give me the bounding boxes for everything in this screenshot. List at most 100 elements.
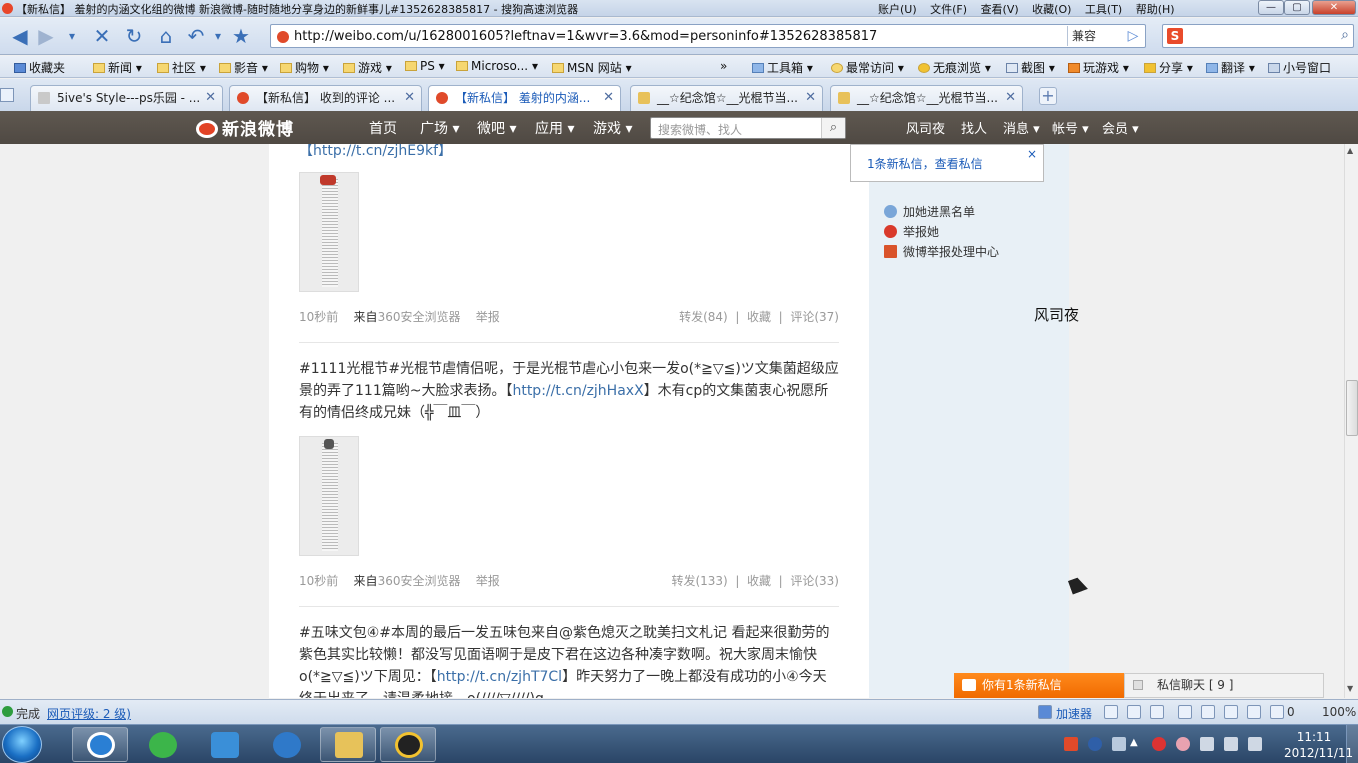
scroll-up-icon[interactable]: ▲ (1347, 146, 1353, 155)
camera-icon[interactable] (1201, 705, 1215, 719)
bookmark-folder-games[interactable]: 游戏 ▾ (343, 59, 392, 76)
view-messages-link[interactable]: 查看私信 (935, 157, 983, 171)
download-icon[interactable] (1150, 705, 1164, 719)
post-1-image[interactable] (299, 436, 359, 556)
source-link[interactable]: 360安全浏览器 (378, 310, 461, 324)
tab-received-comments[interactable]: 【新私信】 收到的评论 ... ✕ (229, 85, 422, 111)
nav-find-people[interactable]: 找人 (961, 118, 987, 137)
new-tab-button[interactable]: + (1039, 87, 1057, 105)
report-link[interactable]: 举报 (476, 574, 500, 588)
stop-icon[interactable]: ✕ (90, 24, 114, 48)
go-arrow-icon[interactable]: ▷ (1123, 26, 1143, 46)
nav-vip[interactable]: 会员 ▾ (1102, 118, 1139, 137)
nav-account[interactable]: 帐号 ▾ (1052, 118, 1089, 137)
antivirus-tray-icon[interactable] (1112, 737, 1126, 751)
taskbar-qq[interactable] (380, 727, 436, 762)
undo-close-icon[interactable]: ↶ (184, 24, 208, 48)
search-icon[interactable]: ⌕ (821, 118, 845, 138)
menu-help[interactable]: 帮助(H) (1136, 3, 1175, 16)
back-icon[interactable]: ◀ (8, 24, 32, 48)
bookmarks-overflow-icon[interactable]: » (720, 59, 727, 73)
post-0-image[interactable] (299, 172, 359, 292)
most-visited-button[interactable]: 最常访问 ▾ (831, 59, 904, 76)
incognito-button[interactable]: 无痕浏览 ▾ (918, 59, 991, 76)
taskbar-internet-explorer[interactable] (258, 727, 314, 762)
address-url[interactable]: http://weibo.com/u/1628001605?leftnav=1&… (294, 29, 877, 44)
share-button[interactable]: 分享 ▾ (1144, 59, 1193, 76)
sidebar-toggle-icon[interactable] (0, 88, 14, 102)
repost-link[interactable]: 转发(133) (671, 574, 727, 588)
screenshot-button[interactable]: 截图 ▾ (1006, 59, 1055, 76)
translate-button[interactable]: 翻译 ▾ (1206, 59, 1255, 76)
edit-icon[interactable] (1104, 705, 1118, 719)
help-tray-icon[interactable] (1088, 737, 1102, 751)
new-pm-notice[interactable]: 你有1条新私信 (954, 673, 1124, 698)
taskbar-ie-green[interactable] (134, 727, 190, 762)
favorite-link[interactable]: 收藏 (747, 574, 771, 588)
close-tab-icon[interactable]: ✕ (404, 86, 415, 110)
report-link[interactable]: 举报 (476, 310, 500, 324)
taskbar-bird-app[interactable] (196, 727, 252, 762)
source-link[interactable]: 360安全浏览器 (378, 574, 461, 588)
bookmark-folder-microsoft[interactable]: Microso... ▾ (456, 59, 538, 73)
close-tab-icon[interactable]: ✕ (805, 86, 816, 110)
close-tab-icon[interactable]: ✕ (205, 86, 216, 110)
zoom-level[interactable]: 100% (1322, 705, 1356, 719)
tab-5ive-style[interactable]: 5ive's Style---ps乐园 - ... ✕ (30, 85, 223, 111)
address-bar[interactable]: http://weibo.com/u/1628001605?leftnav=1&… (270, 24, 1146, 48)
report-center-link[interactable]: 微博举报处理中心 (884, 242, 999, 262)
mouse-gesture-icon[interactable] (1127, 705, 1141, 719)
tab-memorial-hall-2[interactable]: __☆纪念馆☆__光棍节当... ✕ (830, 85, 1023, 111)
bookmark-folder-community[interactable]: 社区 ▾ (157, 59, 206, 76)
repost-link[interactable]: 转发(84) (679, 310, 728, 324)
nav-messages[interactable]: 消息 ▾ (1003, 118, 1040, 137)
qq-tray-icon[interactable] (1152, 737, 1166, 751)
taskbar-clock[interactable]: 11:11 2012/11/11 (1284, 729, 1353, 761)
weibo-search-input[interactable]: 搜索微博、找人 ⌕ (650, 117, 846, 139)
speaker-tray-icon[interactable] (1248, 737, 1262, 751)
taskbar-sogou-browser[interactable] (72, 727, 128, 762)
favorite-link[interactable]: 收藏 (747, 310, 771, 324)
history-dropdown-icon[interactable]: ▾ (60, 24, 84, 48)
tab-memorial-hall-1[interactable]: __☆纪念馆☆__光棍节当... ✕ (630, 85, 823, 111)
post-0-link[interactable]: 【http://t.cn/zjhE9kf】 (299, 144, 452, 159)
menu-tools[interactable]: 工具(T) (1085, 3, 1122, 16)
scroll-down-icon[interactable]: ▼ (1347, 684, 1353, 693)
menu-file[interactable]: 文件(F) (930, 3, 967, 16)
taskbar-explorer[interactable] (320, 727, 376, 762)
bookmark-folder-shopping[interactable]: 购物 ▾ (280, 59, 329, 76)
eye-icon[interactable] (1247, 705, 1261, 719)
undo-dropdown-icon[interactable]: ▾ (206, 24, 230, 48)
nav-square[interactable]: 广场 ▾ (420, 118, 459, 138)
bookmark-folder-news[interactable]: 新闻 ▾ (93, 59, 142, 76)
nav-games[interactable]: 游戏 ▾ (593, 118, 632, 138)
compat-mode-button[interactable]: 兼容 (1067, 26, 1121, 46)
bookmark-folder-media[interactable]: 影音 ▾ (219, 59, 268, 76)
maximize-button[interactable]: ▢ (1284, 0, 1310, 15)
tray-expand-icon[interactable]: ▲ (1130, 737, 1144, 751)
show-desktop-button[interactable] (1346, 725, 1358, 763)
comment-link[interactable]: 评论(33) (790, 574, 839, 588)
device-tray-icon[interactable] (1200, 737, 1214, 751)
sogou-tray-icon[interactable] (1064, 737, 1078, 751)
forward-icon[interactable]: ▶ (34, 24, 58, 48)
nav-home[interactable]: 首页 (369, 118, 397, 138)
close-tab-icon[interactable]: ✕ (603, 86, 614, 110)
shield-icon[interactable] (1270, 705, 1284, 719)
small-window-button[interactable]: 小号窗口 (1268, 59, 1331, 76)
scrollbar-thumb[interactable] (1346, 380, 1358, 436)
browser-search-box[interactable]: S ⌕ (1162, 24, 1354, 48)
window-icon[interactable] (1224, 705, 1238, 719)
play-games-button[interactable]: 玩游戏 ▾ (1068, 59, 1129, 76)
report-user-link[interactable]: 举报她 (884, 222, 999, 242)
close-window-button[interactable]: ✕ (1312, 0, 1356, 15)
nav-weiba[interactable]: 微吧 ▾ (477, 118, 516, 138)
qq-tray-icon-2[interactable] (1176, 737, 1190, 751)
search-icon[interactable]: ⌕ (1341, 27, 1349, 43)
post-2-link[interactable]: http://t.cn/zjhT7Cl (437, 669, 562, 685)
menu-account[interactable]: 账户(U) (878, 3, 917, 16)
post-time[interactable]: 10秒前 (299, 574, 338, 588)
post-time[interactable]: 10秒前 (299, 310, 338, 324)
pm-chat-button[interactable]: 私信聊天 [ 9 ] (1124, 673, 1324, 698)
tab-weibo-profile[interactable]: 【新私信】 羞射的内涵... ✕ (428, 85, 621, 111)
